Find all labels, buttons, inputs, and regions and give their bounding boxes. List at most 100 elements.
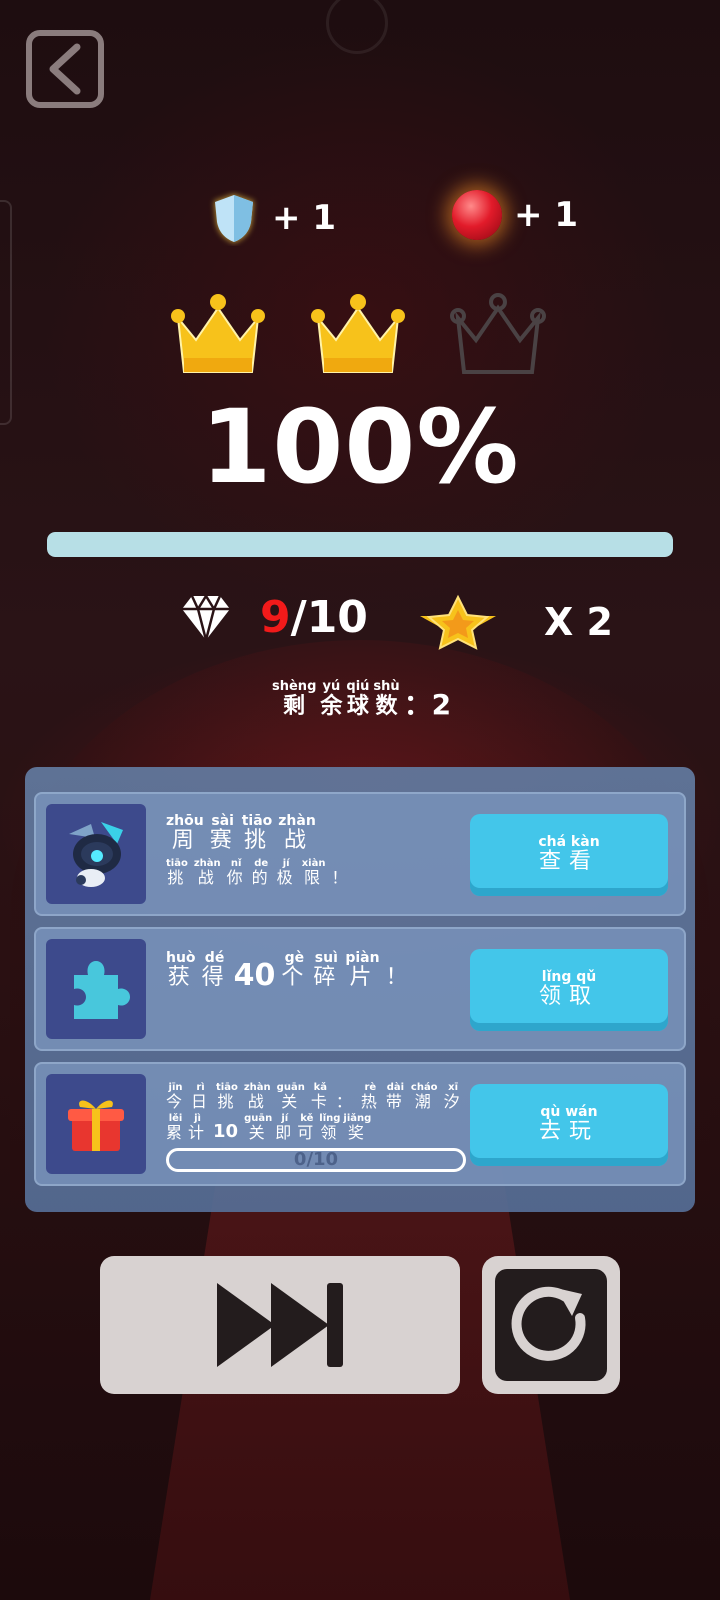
daily-level-count: 10: [213, 1121, 239, 1142]
winged-star-icon: [420, 594, 496, 650]
pinyin-char: kě 可: [297, 1113, 316, 1142]
hanzi: 剩: [283, 694, 306, 719]
pinyin-char: shèng 剩: [272, 680, 316, 720]
red-ball-icon: [452, 190, 502, 240]
pinyin-char: kǎ 卡: [311, 1082, 330, 1111]
pinyin-char: qiú 球: [346, 680, 369, 720]
hanzi: 你: [226, 868, 246, 887]
pinyin-char: huò 获: [166, 951, 196, 991]
pinyin-char: rè 热: [361, 1082, 380, 1111]
crown-icon: [311, 294, 405, 373]
pinyin-char: yú 余: [320, 680, 342, 720]
pinyin: sài: [211, 813, 234, 829]
pinyin-char: ！: [386, 951, 412, 991]
hanzi: 奖: [347, 1123, 367, 1142]
hanzi: 潮: [414, 1092, 434, 1111]
pinyin-char: xī 汐: [444, 1082, 463, 1111]
hanzi: ！: [385, 965, 412, 990]
hanzi: 热: [360, 1092, 380, 1111]
background-orb: [326, 0, 388, 54]
hanzi: 碎: [313, 965, 340, 990]
pinyin-char: jì 计: [188, 1113, 207, 1142]
pinyin: tiāo: [241, 813, 273, 829]
back-arrow-icon: [49, 43, 81, 95]
hanzi: 关: [281, 1092, 301, 1111]
daily-challenge-subtitle: lěi 累 jì 计 10 guān 关 jí 即 kě 可 lǐng 领 jiǎng 奖: [166, 1113, 466, 1142]
star-multiplier-text: X 2: [544, 600, 613, 644]
hanzi: 可: [297, 1123, 317, 1142]
hanzi: 战: [247, 1092, 267, 1111]
pinyin-char: ！: [331, 858, 350, 887]
hanzi: ：: [335, 1092, 355, 1111]
pinyin-char: cháo 潮: [411, 1082, 438, 1111]
go-play-button[interactable]: qù wán 去玩: [470, 1084, 668, 1166]
view-button[interactable]: chá kàn 查看: [470, 814, 668, 896]
hanzi: 关: [248, 1123, 268, 1142]
pinyin-char: lěi 累: [166, 1113, 185, 1142]
star-multiplier: X 2: [418, 594, 613, 650]
claim-button[interactable]: lǐng qǔ 领取: [470, 949, 668, 1031]
hanzi: 战: [284, 828, 311, 853]
pinyin-char: jí 即: [275, 1113, 294, 1142]
view-button-pinyin: chá kàn: [538, 834, 600, 850]
diamond-icon: [182, 593, 230, 640]
weekly-challenge-title: zhōu 周 sài 赛 tiāo 挑 zhàn 战: [166, 814, 350, 854]
remaining-balls-label: shèng 剩 yú 余 qiú 球 shù 数: [272, 680, 400, 720]
task-row-collect-fragments: huò 获 dé 得 40 gè 个 suì 碎 piàn 片！ lǐng qǔ 领取: [34, 927, 686, 1051]
hanzi: 挑: [217, 1092, 237, 1111]
crown-empty-icon: [450, 293, 546, 374]
hanzi: 得: [201, 965, 228, 990]
remaining-balls: shèng 剩 yú 余 qiú 球 shù 数 ：2: [272, 680, 451, 720]
pinyin-char: tiāo 挑: [242, 814, 273, 854]
pinyin-char: suì 碎: [313, 951, 339, 991]
hanzi: 个: [281, 965, 308, 990]
hanzi: ！: [331, 868, 351, 887]
hanzi: 片: [349, 965, 376, 990]
hanzi: 累: [166, 1123, 186, 1142]
gems-total: /10: [290, 592, 368, 643]
completion-progress-bar: [47, 532, 673, 557]
hanzi: 数: [375, 694, 398, 719]
pinyin-char: guān 关: [277, 1082, 305, 1111]
weekly-challenge-subtitle: tiāo 挑 zhàn 战 nǐ 你 de 的 jí 极 xiàn 限 ！: [166, 858, 350, 887]
shield-icon: [214, 194, 254, 243]
pinyin-char: piàn 片: [345, 951, 379, 991]
hanzi: 余: [320, 694, 343, 719]
pinyin-char: jīn 今: [166, 1082, 185, 1111]
skip-button[interactable]: [100, 1256, 460, 1394]
fragments-count: 40: [233, 958, 276, 993]
pinyin: zhōu: [166, 813, 204, 829]
puzzle-piece-icon: [46, 939, 146, 1039]
pinyin-char: guān 关: [244, 1113, 272, 1142]
gift-box-icon: [46, 1074, 146, 1174]
restart-button[interactable]: [482, 1256, 620, 1394]
pinyin-char: ：: [336, 1082, 355, 1111]
hanzi: 限: [304, 868, 324, 887]
hanzi: 日: [191, 1092, 211, 1111]
pinyin-char: nǐ 你: [227, 858, 246, 887]
hanzi: 周: [171, 828, 198, 853]
pinyin-char: sài 赛: [210, 814, 236, 854]
task-row-daily-challenge: jīn 今 rì 日 tiāo 挑 zhàn 战 guān 关 kǎ 卡 ： rè 热 dài 带 cháo 潮 xī…: [34, 1062, 686, 1186]
pinyin-char: dài 带: [386, 1082, 405, 1111]
daily-challenge-progress: 0/10: [166, 1148, 466, 1172]
collect-fragments-title: huò 获 dé 得 40 gè 个 suì 碎 piàn 片！: [166, 951, 412, 991]
pinyin: qiú: [346, 679, 370, 694]
view-button-label: 查看: [538, 849, 599, 874]
pinyin-char: jí 极: [277, 858, 296, 887]
hanzi: 即: [275, 1123, 295, 1142]
pinyin: shù: [373, 679, 400, 694]
gems-collected: 9: [260, 592, 291, 643]
robot-icon: [46, 804, 146, 904]
pinyin: yú: [322, 679, 341, 694]
restart-icon: [511, 1286, 586, 1361]
hanzi: 战: [197, 868, 217, 887]
pinyin-char: xiàn 限: [302, 858, 326, 887]
pinyin-char: zhàn 战: [194, 858, 221, 887]
crown-rating: [168, 288, 548, 380]
daily-challenge-title: jīn 今 rì 日 tiāo 挑 zhàn 战 guān 关 kǎ 卡 ： rè 热 dài 带 cháo 潮 xī…: [166, 1082, 466, 1111]
back-button[interactable]: [26, 30, 104, 108]
shield-reward: + 1: [208, 190, 336, 246]
pinyin-char: zhàn 战: [278, 814, 316, 854]
pinyin: piàn: [345, 950, 380, 966]
